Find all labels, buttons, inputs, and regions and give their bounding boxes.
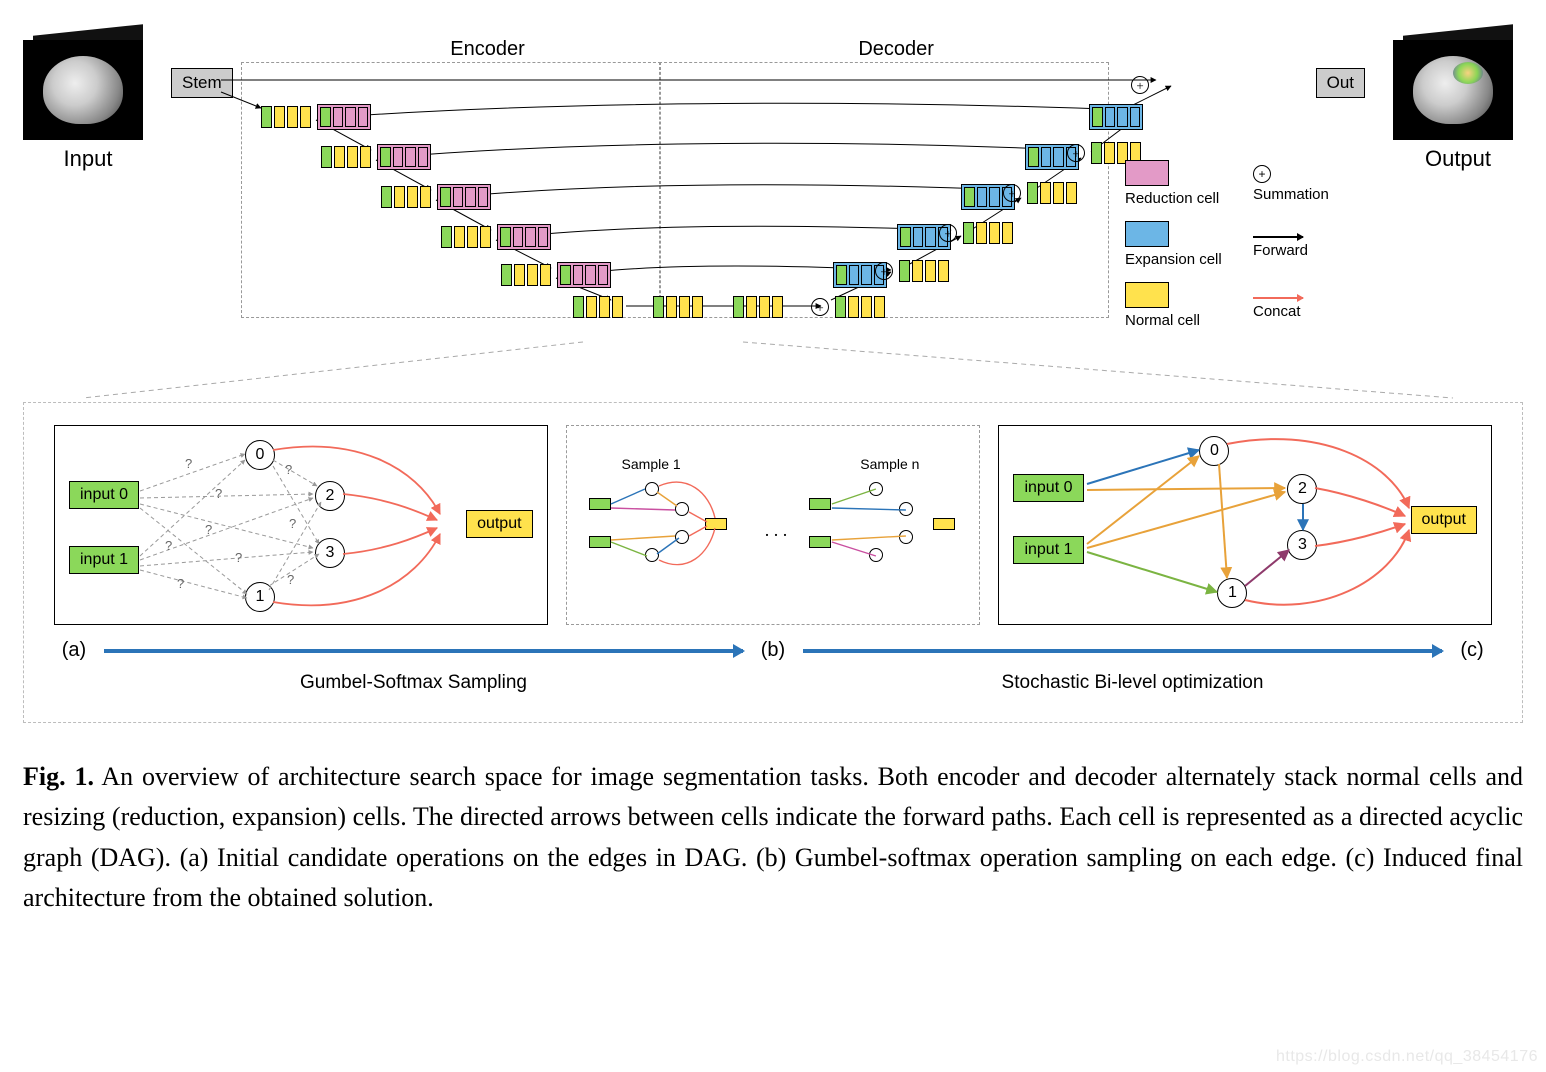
dag-b: Sample 1 Sample n . . . [566,425,981,625]
legend-reduction: Reduction cell [1125,160,1235,207]
zoom-guides [23,362,1523,402]
q-mark: ? [205,522,212,537]
enc-red-1 [317,104,371,130]
q-mark: ? [215,486,222,501]
arrow-b-c [803,649,1442,653]
legend-expansion: Expansion cell [1125,221,1235,268]
watermark: https://blog.csdn.net/qq_38454176 [1276,1048,1538,1066]
overview-row: Input Encoder Decoder Stem Out [23,40,1523,350]
legend-expansion-label: Expansion cell [1125,251,1222,268]
dag-c-edges [999,426,1491,624]
q-mark: ? [177,576,184,591]
legend-concat: Concat [1253,291,1373,320]
dag-c: input 0 input 1 0 1 2 3 output [998,425,1492,625]
legend-forward: Forward [1253,230,1373,259]
forward-arrow-icon [1253,236,1303,238]
sum-out: + [1131,76,1149,94]
output-col: Output [1393,40,1523,172]
sub-name-row: Gumbel-Softmax Sampling Stochastic Bi-le… [54,672,1492,694]
bottom-normal-2 [651,294,705,320]
bilevel-label: Stochastic Bi-level optimization [773,672,1492,694]
bottom-normal-1 [571,294,625,320]
sum-3: + [939,224,957,242]
figure: Input Encoder Decoder Stem Out [23,40,1523,918]
sum-1: + [1067,144,1085,162]
figure-caption: Fig. 1. An overview of architecture sear… [23,757,1523,918]
tag-b: (b) [753,639,793,662]
legend-concat-label: Concat [1253,303,1301,320]
tag-c: (c) [1452,639,1492,662]
zoom-lines-icon [23,342,1523,402]
input-col: Input [23,40,153,172]
bottom-normal-3 [731,294,785,320]
plus-icon: + [1253,165,1271,183]
dag-a-edges [55,426,547,624]
caption-text: An overview of architecture search space… [23,762,1523,912]
sum-5: + [811,298,829,316]
dec-normal-4 [897,258,951,284]
arrow-a-b [104,649,743,653]
dec-exp-1 [1089,104,1143,130]
output-volume-icon [1393,40,1523,140]
q-mark: ? [165,538,172,553]
legend-summation: + Summation [1253,165,1373,203]
input-label: Input [64,146,113,172]
legend-normal: Normal cell [1125,282,1235,329]
enc-normal-1 [259,104,313,130]
dec-normal-2 [1025,180,1079,206]
enc-normal-5 [499,262,553,288]
dec-normal-5 [833,294,887,320]
sub-arrow-row: (a) (b) (c) [54,639,1492,662]
enc-normal-3 [379,184,433,210]
enc-red-4 [497,224,551,250]
caption-lead: Fig. 1. [23,762,94,791]
q-mark: ? [289,516,296,531]
legend-summation-label: Summation [1253,186,1329,203]
legend-forward-label: Forward [1253,242,1308,259]
q-mark: ? [185,456,192,471]
output-label: Output [1425,146,1491,172]
enc-normal-4 [439,224,493,250]
cell-detail-panel: input 0 input 1 0 1 2 3 output [23,402,1523,723]
architecture-panel: Encoder Decoder Stem Out [171,40,1245,350]
legend: Reduction cell + Summation Expansion cell… [1125,160,1385,329]
enc-normal-2 [319,144,373,170]
concat-arrow-icon [1253,297,1303,299]
enc-red-5 [557,262,611,288]
dec-normal-3 [961,220,1015,246]
sum-2: + [1003,184,1021,202]
enc-red-3 [437,184,491,210]
legend-normal-label: Normal cell [1125,312,1200,329]
out-block: Out [1316,68,1365,98]
tag-a: (a) [54,639,94,662]
enc-red-2 [377,144,431,170]
input-volume-icon [23,40,153,140]
sum-4: + [875,262,893,280]
q-mark: ? [287,572,294,587]
dag-b-edges [567,426,980,624]
q-mark: ? [235,550,242,565]
legend-reduction-label: Reduction cell [1125,190,1219,207]
dag-row: input 0 input 1 0 1 2 3 output [54,425,1492,625]
dag-a: input 0 input 1 0 1 2 3 output [54,425,548,625]
gumbel-label: Gumbel-Softmax Sampling [54,672,773,694]
q-mark: ? [285,462,292,477]
forward-arrows [171,40,1245,350]
